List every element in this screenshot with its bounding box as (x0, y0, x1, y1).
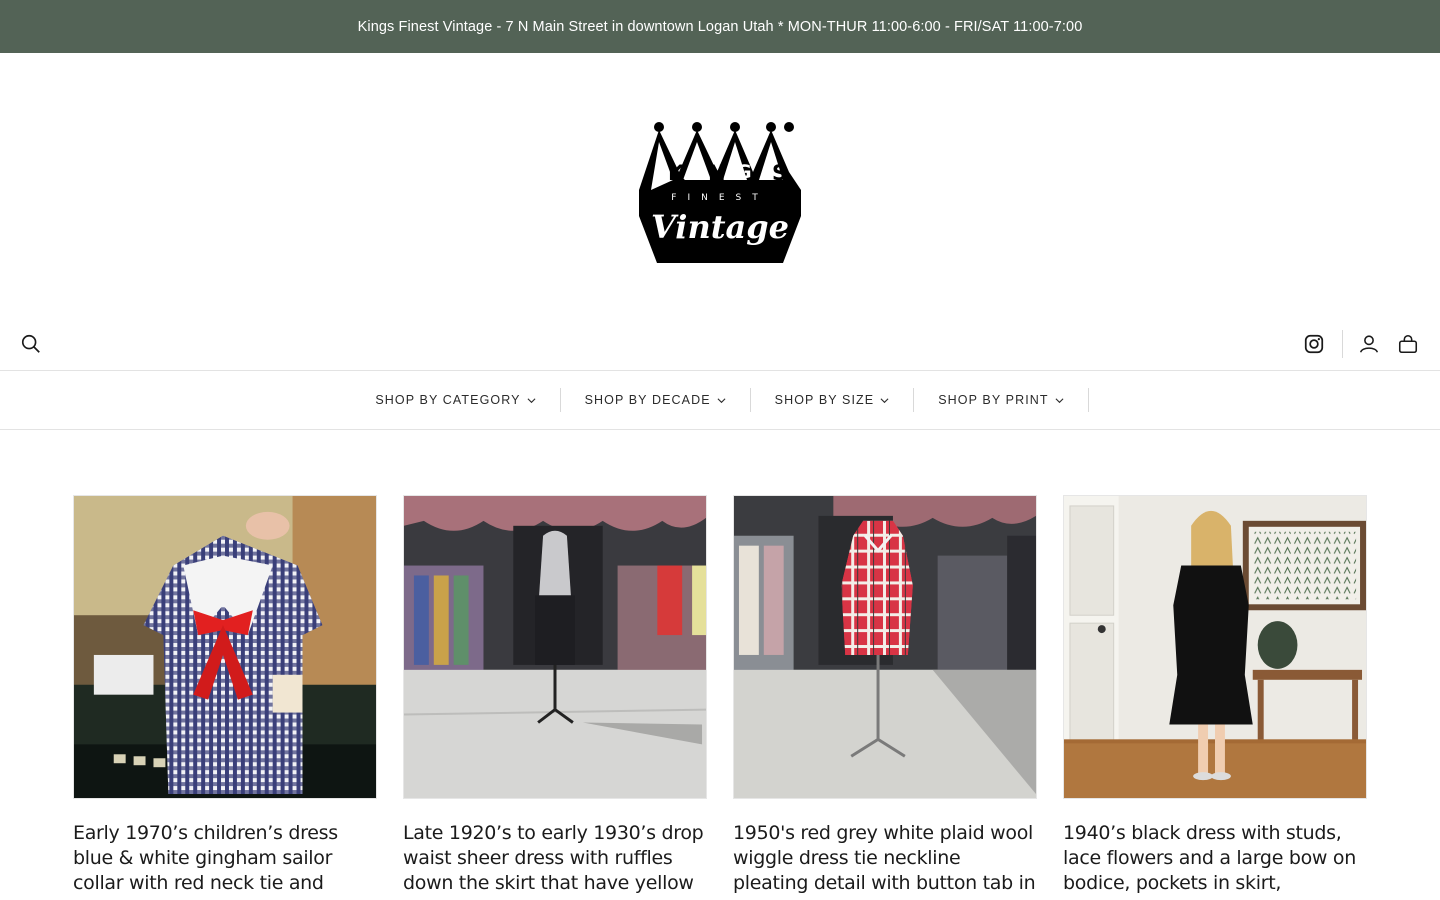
utility-divider (1342, 330, 1343, 358)
nav-item-label: SHOP BY CATEGORY (375, 393, 521, 407)
nav-shop-by-print[interactable]: SHOP BY PRINT (914, 388, 1089, 412)
chevron-down-icon (880, 396, 889, 405)
announcement-text: Kings Finest Vintage - 7 N Main Street i… (357, 18, 1083, 35)
svg-text:N: N (708, 161, 726, 185)
product-title[interactable]: Late 1920’s to early 1930’s drop waist s… (403, 821, 707, 896)
cart-icon[interactable] (1396, 332, 1420, 356)
chevron-down-icon (717, 396, 726, 405)
chevron-down-icon (1055, 396, 1064, 405)
product-image[interactable] (73, 495, 377, 799)
nav-shop-by-size[interactable]: SHOP BY SIZE (751, 388, 915, 412)
svg-text:S: S (772, 161, 787, 185)
announcement-bar: Kings Finest Vintage - 7 N Main Street i… (0, 0, 1440, 53)
instagram-icon[interactable] (1302, 332, 1326, 356)
product-title[interactable]: Early 1970’s children’s dress blue & whi… (73, 821, 377, 900)
product-image[interactable] (1063, 495, 1367, 799)
svg-text:G: G (736, 161, 752, 183)
product-card[interactable]: Late 1920’s to early 1930’s drop waist s… (403, 495, 707, 900)
product-card[interactable]: Early 1970’s children’s dress blue & whi… (73, 495, 377, 900)
search-icon[interactable] (19, 332, 43, 356)
product-card[interactable]: 1950's red grey white plaid wool wiggle … (733, 495, 1037, 900)
utility-bar (0, 326, 1440, 362)
product-image[interactable] (403, 495, 707, 799)
svg-text:Vintage: Vintage (651, 208, 789, 246)
product-card[interactable]: 1940’s black dress with studs, lace flow… (1063, 495, 1367, 900)
chevron-down-icon (527, 396, 536, 405)
product-title[interactable]: 1940’s black dress with studs, lace flow… (1063, 821, 1367, 900)
product-grid: Early 1970’s children’s dress blue & whi… (73, 495, 1367, 900)
logo-kings-k: K (668, 161, 685, 185)
site-logo[interactable]: K I N G S FINEST Vintage (637, 120, 803, 266)
nav-item-label: SHOP BY SIZE (774, 393, 875, 407)
nav-item-label: SHOP BY DECADE (584, 393, 711, 407)
main-navigation: SHOP BY CATEGORY SHOP BY DECADE SHOP BY … (0, 370, 1440, 430)
nav-shop-by-category[interactable]: SHOP BY CATEGORY (351, 388, 561, 412)
account-icon[interactable] (1357, 332, 1381, 356)
nav-item-label: SHOP BY PRINT (938, 393, 1049, 407)
svg-text:I: I (690, 161, 697, 183)
svg-text:FINEST: FINEST (671, 193, 768, 203)
nav-shop-by-decade[interactable]: SHOP BY DECADE (561, 388, 751, 412)
product-image[interactable] (733, 495, 1037, 799)
product-title[interactable]: 1950's red grey white plaid wool wiggle … (733, 821, 1037, 900)
crown-logo-icon: K I N G S FINEST Vintage (639, 122, 801, 263)
